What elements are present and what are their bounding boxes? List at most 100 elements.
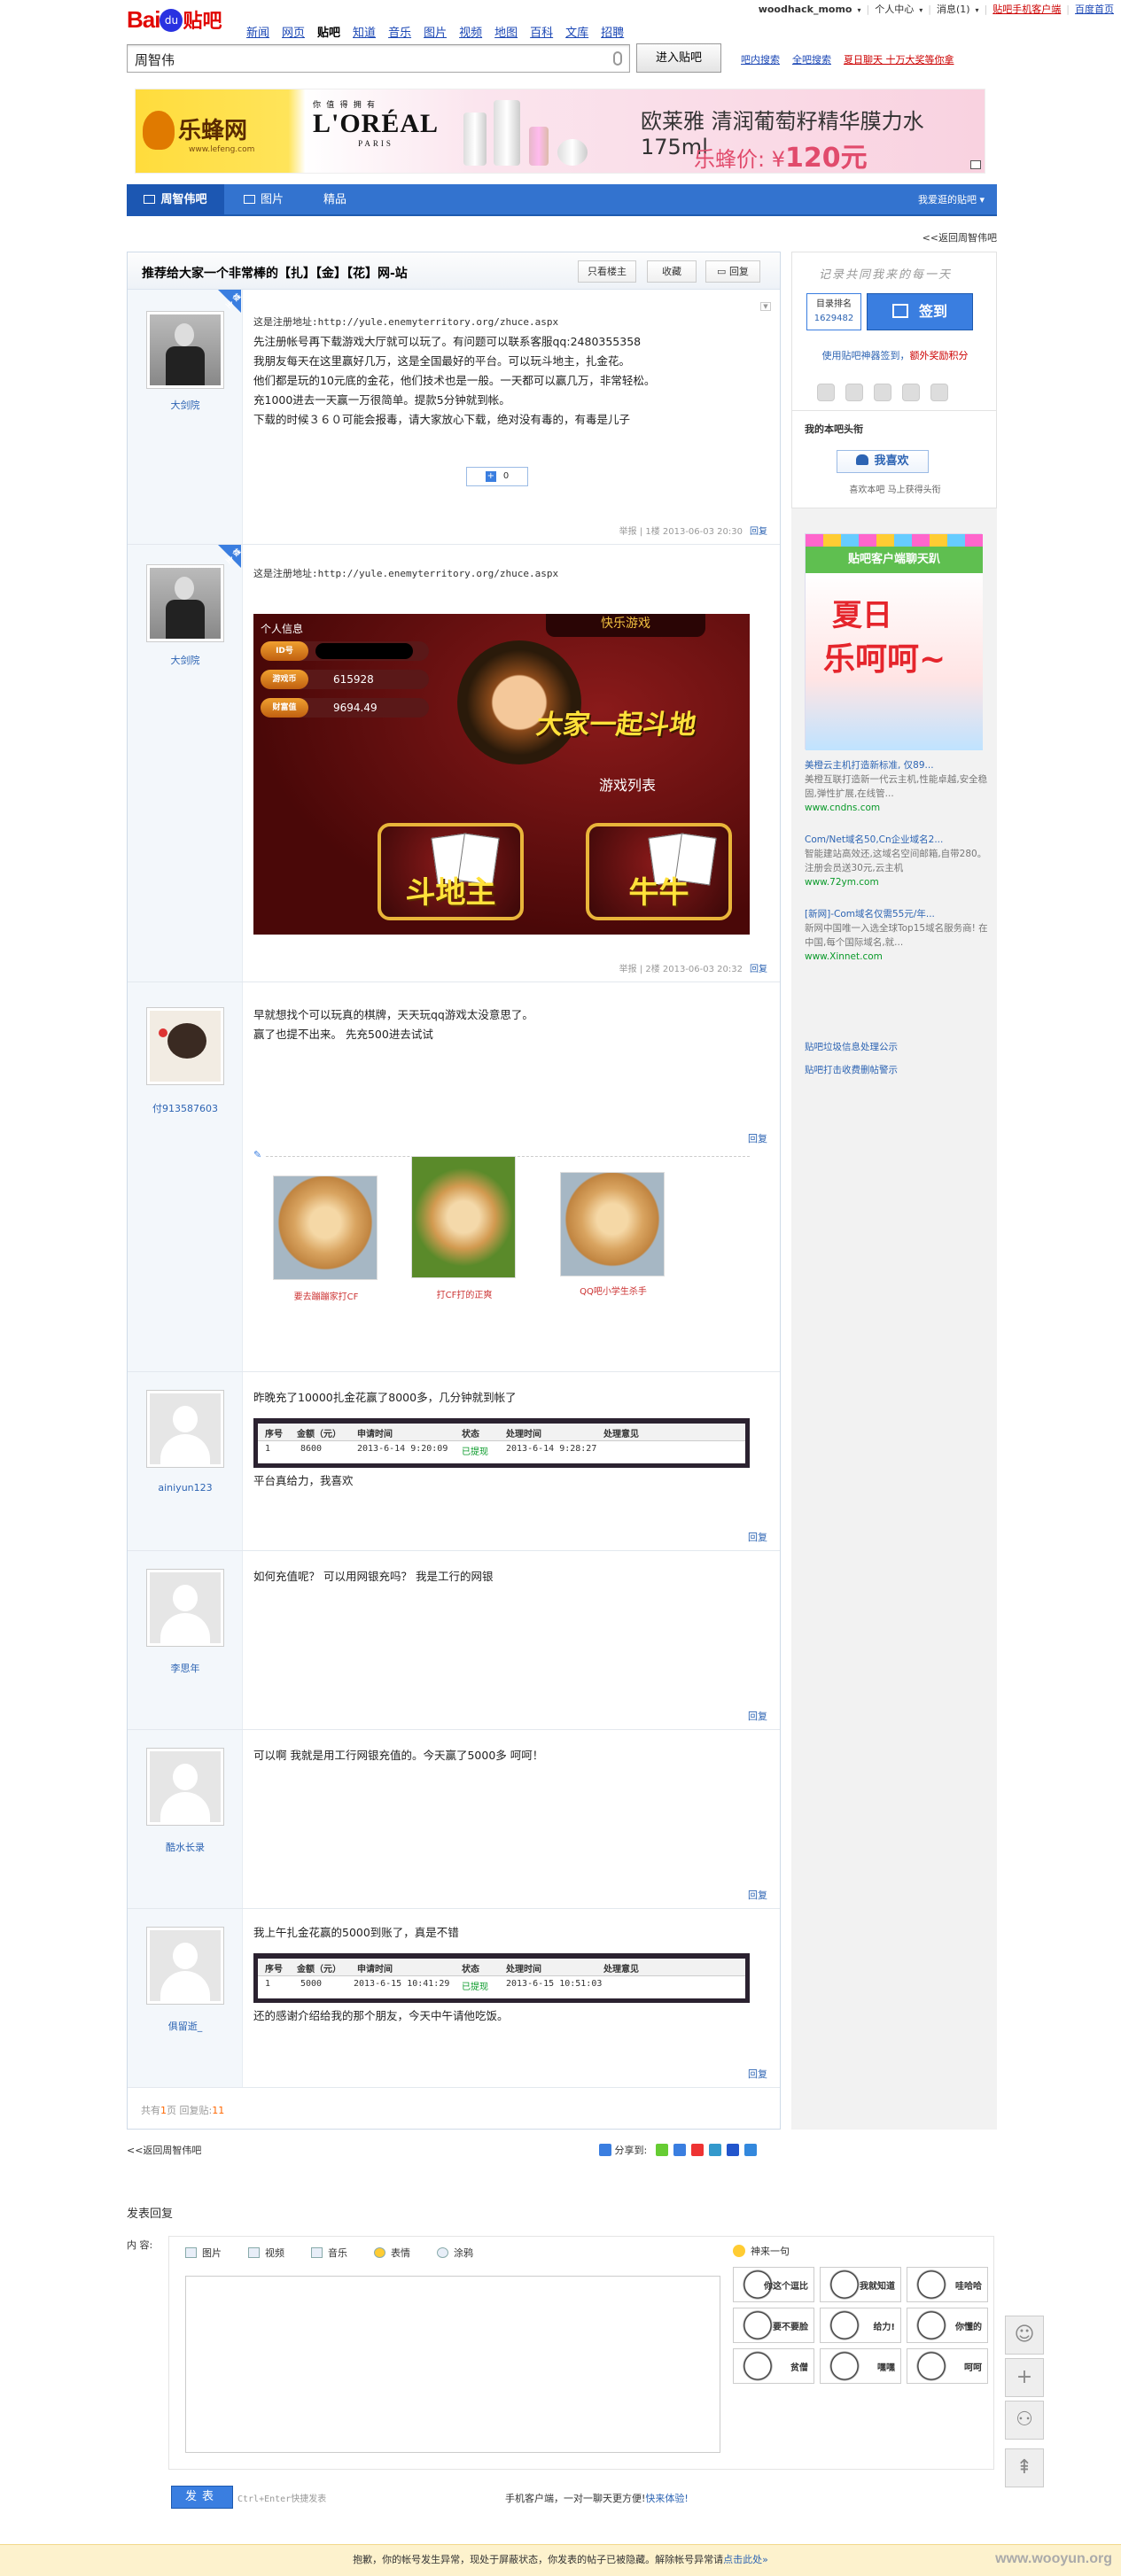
tab-featured[interactable]: 精品 — [323, 184, 346, 216]
insert-video-button[interactable]: 视频 — [248, 2247, 284, 2259]
user-float-icon[interactable]: ⚇ — [1005, 2401, 1044, 2440]
reply-link[interactable]: 回复 — [748, 1131, 767, 1145]
back-to-forum-link[interactable]: <<返回周智伟吧 — [922, 230, 997, 244]
text-ad[interactable]: [新网]-Com域名仅需55元/年... 新网中国唯一入选全球Top15域名服务商… — [805, 907, 991, 964]
add-float-icon[interactable]: + — [1005, 2358, 1044, 2397]
enter-tieba-button[interactable]: 进入贴吧 — [636, 43, 721, 73]
reply-link[interactable]: 回复 — [748, 1709, 767, 1723]
text-ad[interactable]: 美橙云主机打造新标准, 仅89... 美橙互联打造新一代云主机,性能卓越,安全稳 … — [805, 758, 991, 815]
search-input[interactable]: 周智伟 — [127, 44, 630, 73]
tool-icon[interactable] — [874, 384, 891, 401]
meme-item[interactable]: 给力! — [820, 2308, 901, 2343]
back-to-top-icon[interactable]: ⇞ — [1005, 2448, 1044, 2487]
nav-news[interactable]: 新闻 — [246, 27, 269, 40]
like-button[interactable]: +0 — [466, 467, 528, 486]
ad-banner[interactable]: 乐蜂网 www.lefeng.com 你 值 得 拥 有 L'ORÉAL PARIS … — [135, 89, 985, 174]
insert-emoji-button[interactable]: 表情 — [374, 2247, 410, 2259]
messages-menu[interactable]: 消息(1) — [937, 4, 970, 15]
meme-item[interactable]: 呵呵 — [907, 2348, 988, 2384]
author-name[interactable]: 大剑院 — [128, 653, 243, 667]
insert-image-button[interactable]: 图片 — [185, 2247, 222, 2259]
author-name[interactable]: 付913587603 — [128, 1101, 243, 1115]
reply-button[interactable]: ▭ 回复 — [705, 260, 760, 283]
back-to-forum-link[interactable]: <<返回周智伟吧 — [127, 2143, 201, 2157]
tool-icon[interactable] — [817, 384, 835, 401]
tool-icon[interactable] — [930, 384, 948, 401]
nav-zhidao[interactable]: 知道 — [353, 27, 376, 40]
reply-link[interactable]: 回复 — [750, 965, 767, 974]
home-icon[interactable] — [970, 160, 981, 169]
reply-link[interactable]: 回复 — [750, 527, 767, 537]
meme-item[interactable]: 贫僧 — [733, 2348, 814, 2384]
share-qzone-icon[interactable] — [655, 2144, 668, 2156]
tool-icon[interactable] — [845, 384, 863, 401]
nav-video[interactable]: 视频 — [459, 27, 482, 40]
personal-center-menu[interactable]: 个人中心 — [875, 4, 914, 15]
nav-web[interactable]: 网页 — [282, 27, 305, 40]
submit-post-button[interactable]: 发表 — [171, 2486, 233, 2509]
author-name[interactable]: 李思年 — [128, 1661, 243, 1675]
insert-music-button[interactable]: 音乐 — [311, 2247, 347, 2259]
share-weibo-icon[interactable] — [673, 2144, 686, 2156]
reply-link[interactable]: 回复 — [748, 2067, 767, 2081]
tab-images[interactable]: 图片 — [244, 184, 284, 216]
author-name[interactable]: 俱留逝_ — [128, 2019, 243, 2033]
meme-item[interactable]: 你这个逗比 — [733, 2267, 814, 2302]
paid-delete-warning-link[interactable]: 贴吧打击收费删帖警示 — [805, 1063, 898, 1076]
author-name[interactable]: 酷水长录 — [128, 1840, 243, 1854]
meme-item[interactable]: 你懂的 — [907, 2308, 988, 2343]
reply-textarea[interactable] — [185, 2276, 720, 2453]
author-name[interactable]: ainiyun123 — [128, 1482, 243, 1494]
avatar[interactable] — [146, 1007, 224, 1085]
favorite-bars-menu[interactable]: 我爱逛的贴吧 ▾ — [918, 184, 985, 216]
avatar[interactable] — [146, 1748, 224, 1826]
meme-item[interactable]: 我就知道 — [820, 2267, 901, 2302]
tool-icon[interactable] — [902, 384, 920, 401]
like-forum-button[interactable]: 我喜欢 — [837, 450, 929, 473]
author-name[interactable]: 大剑院 — [128, 398, 243, 412]
nav-jobs[interactable]: 招聘 — [601, 27, 624, 40]
avatar[interactable] — [146, 564, 224, 642]
chevron-down-icon[interactable]: ▼ — [760, 302, 771, 311]
share-baidu-icon[interactable] — [726, 2144, 739, 2156]
mobile-client-link[interactable]: 贴吧手机客户端 — [993, 4, 1061, 15]
search-all-link[interactable]: 全吧搜索 — [792, 54, 831, 66]
reply-link[interactable]: 回复 — [748, 1530, 767, 1544]
avatar[interactable] — [146, 1569, 224, 1647]
tab-forum-home[interactable]: 周智伟吧 — [127, 184, 224, 216]
game-screenshot-image[interactable]: 个人信息 ID号 游戏币 615928 财富值 9694.49 快乐游戏 大家一起斗… — [253, 614, 750, 935]
spam-notice-link[interactable]: 贴吧垃圾信息处理公示 — [805, 1040, 898, 1053]
avatar[interactable] — [146, 1927, 224, 2005]
avatar[interactable] — [146, 311, 224, 389]
try-mobile-link[interactable]: 快来体验! — [645, 2493, 688, 2504]
meme-item[interactable]: 嘿嘿 — [820, 2348, 901, 2384]
nav-baike[interactable]: 百科 — [530, 27, 553, 40]
promo-link[interactable]: 夏日聊天 十万大奖等你拿 — [844, 54, 954, 66]
share-qq-icon[interactable] — [708, 2144, 721, 2156]
nav-image[interactable]: 图片 — [424, 27, 447, 40]
nav-map[interactable]: 地图 — [494, 27, 518, 40]
notice-link[interactable]: 点击此处» — [723, 2554, 768, 2565]
sign-in-button[interactable]: 签到 — [867, 293, 973, 330]
emoji-float-icon[interactable]: ☺ — [1005, 2316, 1044, 2355]
nav-music[interactable]: 音乐 — [388, 27, 411, 40]
share-tencent-icon[interactable] — [743, 2144, 757, 2156]
avatar[interactable] — [146, 1390, 224, 1468]
nav-tieba[interactable]: 贴吧 — [317, 27, 340, 40]
reply-link[interactable]: 回复 — [748, 1888, 767, 1902]
nav-wenku[interactable]: 文库 — [565, 27, 588, 40]
baidu-tieba-logo[interactable]: Bai du 贴吧 — [127, 5, 233, 41]
microphone-icon[interactable] — [613, 51, 622, 66]
search-in-bar-link[interactable]: 吧内搜索 — [741, 54, 780, 66]
text-ad[interactable]: Com/Net域名50,Cn企业域名2... 智能建站高效还,这域名空间邮箱,自带… — [805, 833, 991, 889]
share-renren-icon[interactable] — [690, 2144, 704, 2156]
collect-button[interactable]: 收藏 — [647, 260, 697, 283]
only-owner-button[interactable]: 只看楼主 — [578, 260, 636, 283]
baidu-home-link[interactable]: 百度首页 — [1075, 4, 1114, 15]
sign-tip[interactable]: 使用贴吧神器签到，额外奖励积分 — [792, 348, 998, 362]
meme-item[interactable]: 哇哈哈 — [907, 2267, 988, 2302]
sidebar-ad[interactable]: 贴吧客户端聊天趴 夏日 乐呵呵~ — [805, 533, 983, 750]
meme-item[interactable]: 要不要脸 — [733, 2308, 814, 2343]
doodle-button[interactable]: 涂鸦 — [437, 2247, 473, 2259]
username-menu[interactable]: woodhack_momo — [759, 4, 852, 15]
